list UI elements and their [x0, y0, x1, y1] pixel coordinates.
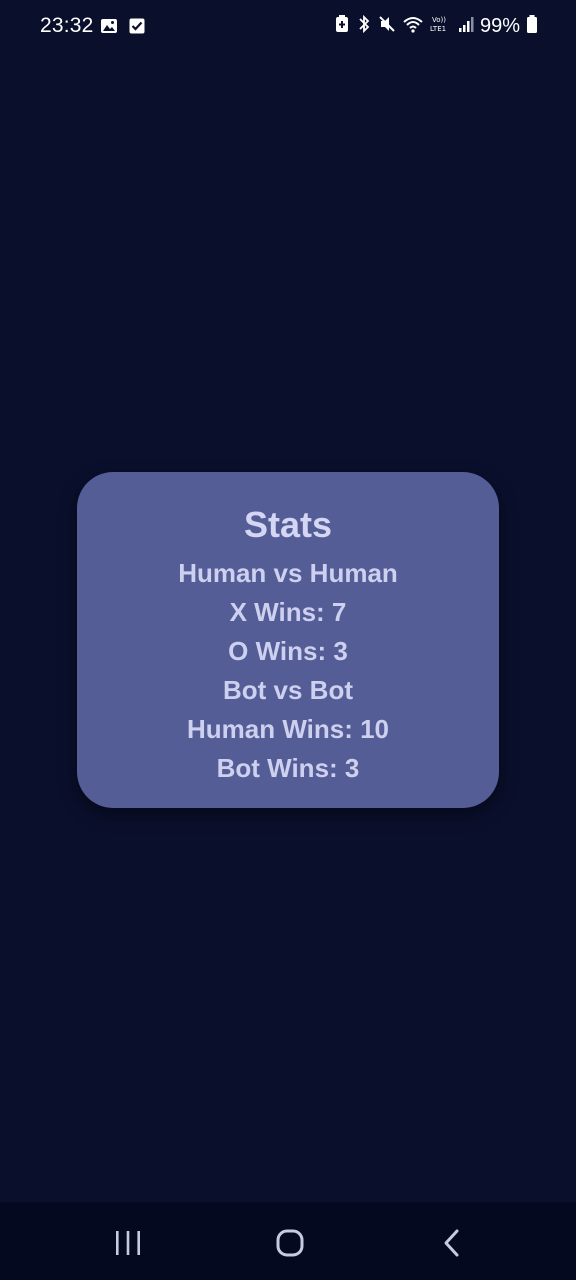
recent-apps-icon	[116, 1231, 140, 1255]
stats-o-wins: O Wins: 3	[228, 636, 348, 666]
home-icon	[276, 1229, 304, 1257]
back-icon	[444, 1229, 459, 1257]
volte-lte-icon: Vo)) LTE1	[430, 14, 452, 39]
svg-text:LTE1: LTE1	[430, 25, 446, 33]
stats-bot-wins: Bot Wins: 3	[216, 753, 360, 783]
stats-x-wins: X Wins: 7	[229, 597, 347, 627]
back-button[interactable]	[432, 1226, 472, 1260]
stats-section-human-vs-human: Human vs Human	[178, 558, 398, 588]
image-icon	[100, 17, 118, 35]
stats-section-bot-vs-bot: Bot vs Bot	[223, 675, 353, 705]
svg-text:Vo)): Vo))	[432, 16, 446, 24]
status-time: 23:32	[40, 14, 94, 37]
status-bar: 23:32 Vo)) LTE1 99%	[0, 0, 576, 54]
navigation-bar	[0, 1202, 576, 1280]
status-right-icons: Vo)) LTE1 99%	[334, 14, 538, 39]
stats-title: Stats	[243, 504, 333, 545]
stats-card: Stats Human vs Human X Wins: 7 O Wins: 3…	[77, 472, 499, 808]
status-left-icons	[100, 17, 146, 35]
home-button[interactable]	[270, 1226, 310, 1260]
check-square-icon	[128, 17, 146, 35]
signal-icon	[458, 14, 474, 39]
bluetooth-icon	[356, 14, 372, 39]
battery-icon	[526, 14, 538, 39]
battery-saver-icon	[334, 14, 350, 39]
recent-apps-button[interactable]	[108, 1226, 148, 1260]
wifi-icon	[402, 14, 424, 39]
battery-percent: 99%	[479, 15, 520, 37]
mute-icon	[378, 14, 396, 39]
stats-human-wins: Human Wins: 10	[186, 714, 390, 744]
